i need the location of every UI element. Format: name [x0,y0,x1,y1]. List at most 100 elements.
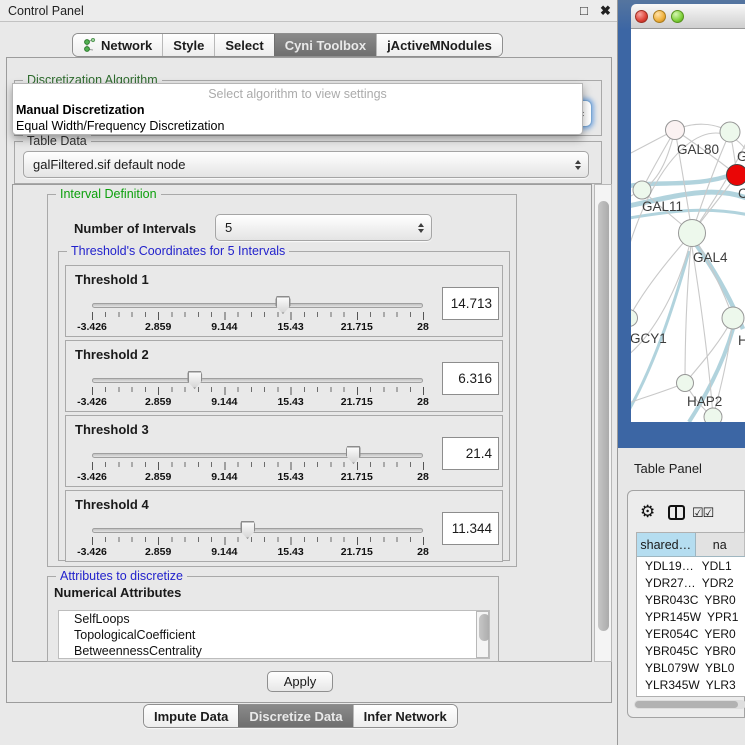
tab-network[interactable]: Network [73,34,162,56]
close-panel-icon[interactable]: ✖ [600,3,611,18]
network-node[interactable] [704,408,722,422]
node-label: H [738,333,745,348]
algorithm-dropdown-popup: Select algorithm to view settings Manual… [12,83,583,135]
number-of-intervals-label: Number of Intervals [74,221,196,236]
network-node[interactable] [722,307,744,329]
network-node-selected[interactable] [727,165,745,186]
group-title: Attributes to discretize [56,569,187,583]
node-label: GCY1 [631,331,667,346]
table-row[interactable]: YER054CYER0 [637,625,745,642]
node-label: GAL11 [642,199,683,214]
list-item[interactable]: BetweennessCentrality [59,643,489,659]
gear-icon[interactable]: ⚙ [640,503,655,520]
threshold-label: Threshold 4 [75,497,149,512]
slider-tick-labels: -3.426 2.859 9.144 15.43 21.715 28 [92,321,423,333]
table-row[interactable]: YLR345WYLR3 [637,676,745,693]
group-title: Interval Definition [56,187,161,201]
threshold-3-box: Threshold 3 -3.426 2.859 9.144 15.43 21.… [65,415,503,487]
tab-infer-network[interactable]: Infer Network [353,705,457,727]
thresholds-group: Threshold's Coordinates for 5 Intervals … [58,251,510,561]
list-item[interactable]: TopologicalCoefficient [59,627,489,643]
popup-option-manual-discretization[interactable]: Manual Discretization [16,103,145,117]
mac-zoom-button[interactable] [671,10,684,23]
network-node[interactable] [679,220,706,247]
node-label: GAL4 [693,250,728,265]
table-row[interactable]: YPR145WYPR1 [637,608,745,625]
threshold-1-box: Threshold 1 -3.426 2.859 9.144 15.43 21.… [65,265,503,337]
numerical-attributes-list: SelfLoops TopologicalCoefficient Between… [58,610,490,659]
control-panel: Control Panel □ ✖ Network Style Select C… [0,0,618,745]
table-scrollbar-thumb[interactable] [635,701,738,708]
table-row[interactable]: YDR27…YDR2 [637,574,745,591]
threshold-2-box: Threshold 2 -3.426 2.859 9.144 15.43 21.… [65,340,503,412]
node-attribute-table: shared… na YDL19…YDL1 YDR27…YDR2 YBR043C… [636,532,745,697]
mac-minimize-button[interactable] [653,10,666,23]
threshold-value-field[interactable]: 6.316 [442,362,499,395]
slider-tick-labels: -3.426 2.859 9.144 15.43 21.715 28 [92,546,423,558]
threshold-value-field[interactable]: 11.344 [442,512,499,545]
network-canvas[interactable]: GAL80 GAL11 GAL4 GCY1 HAP2 G C H [631,29,745,422]
list-scrollbar-thumb[interactable] [479,614,490,641]
threshold-value-field[interactable]: 21.4 [442,437,499,470]
number-of-intervals-combobox[interactable]: 5 [215,214,432,241]
table-row[interactable]: YBR045CYBR0 [637,642,745,659]
table-data-group: Table Data galFiltered.sif default node [14,141,602,184]
panel-scrollbar-thumb[interactable] [598,201,609,631]
column-header-shared-name[interactable]: shared… [637,533,696,556]
float-window-icon[interactable]: □ [580,3,588,18]
column-header-name[interactable]: na [696,533,745,556]
slider-major-ticks [92,537,424,545]
tab-impute-data[interactable]: Impute Data [144,705,238,727]
tab-select[interactable]: Select [214,34,273,56]
tab-discretize-data[interactable]: Discretize Data [238,705,352,727]
top-tab-bar: Network Style Select Cyni Toolbox jActiv… [72,33,503,57]
list-item[interactable]: SelfLoops [59,611,489,627]
table-row[interactable]: YBR043CYBR0 [637,591,745,608]
network-window-titlebar [631,4,745,29]
table-row[interactable]: YDL19…YDL1 [637,557,745,574]
threshold-slider-track[interactable] [92,378,423,383]
table-panel-title: Table Panel [634,461,702,476]
slider-tick-labels: -3.426 2.859 9.144 15.43 21.715 28 [92,471,423,483]
slider-major-ticks [92,312,424,320]
panel-scrollbar[interactable] [594,184,612,662]
apply-button[interactable]: Apply [267,671,333,692]
list-scrollbar[interactable] [476,611,489,658]
threshold-slider-track[interactable] [92,453,423,458]
threshold-label: Threshold 1 [75,272,149,287]
table-data-combobox[interactable]: galFiltered.sif default node [23,151,589,178]
attributes-group: Attributes to discretize Numerical Attri… [47,576,499,662]
combo-stepper-icon [418,223,424,233]
select-columns-checkboxes-icon[interactable]: ☑☑ [692,505,713,521]
slider-major-ticks [92,462,424,470]
threshold-value-field[interactable]: 14.713 [442,287,499,320]
slider-tick-labels: -3.426 2.859 9.144 15.43 21.715 28 [92,396,423,408]
table-row[interactable]: YBL079WYBL0 [637,659,745,676]
bottom-tab-bar: Impute Data Discretize Data Infer Networ… [143,704,458,728]
network-node[interactable] [633,181,651,199]
network-node[interactable] [677,375,694,392]
settings-scroll-panel: Interval Definition Number of Intervals … [12,184,592,662]
table-row[interactable]: YIL052CYIL0 [637,693,745,697]
network-graph [631,29,745,422]
table-panel: Table Panel ⚙ ☑☑ shared… na YDL19…YDL1 Y… [618,448,745,745]
node-label: HAP2 [687,394,722,409]
threshold-4-box: Threshold 4 -3.426 2.859 9.144 15.43 21.… [65,490,503,562]
network-node[interactable] [631,310,638,327]
threshold-slider-track[interactable] [92,303,423,308]
slider-major-ticks [92,387,424,395]
network-node[interactable] [666,121,685,140]
mac-close-button[interactable] [635,10,648,23]
node-label: GAL80 [677,142,719,157]
popup-placeholder: Select algorithm to view settings [13,87,582,101]
table-panel-card: ⚙ ☑☑ shared… na YDL19…YDL1 YDR27…YDR2 YB… [627,490,745,718]
table-horizontal-scrollbar[interactable] [634,700,745,709]
group-title: Threshold's Coordinates for 5 Intervals [67,244,289,258]
threshold-slider-track[interactable] [92,528,423,533]
tab-jactivemnodules[interactable]: jActiveMNodules [376,34,502,56]
tab-style[interactable]: Style [162,34,214,56]
popup-option-equal-width[interactable]: Equal Width/Frequency Discretization [16,119,224,133]
tab-cyni-toolbox[interactable]: Cyni Toolbox [274,34,376,56]
columns-icon[interactable] [668,505,685,520]
network-node[interactable] [720,122,740,142]
